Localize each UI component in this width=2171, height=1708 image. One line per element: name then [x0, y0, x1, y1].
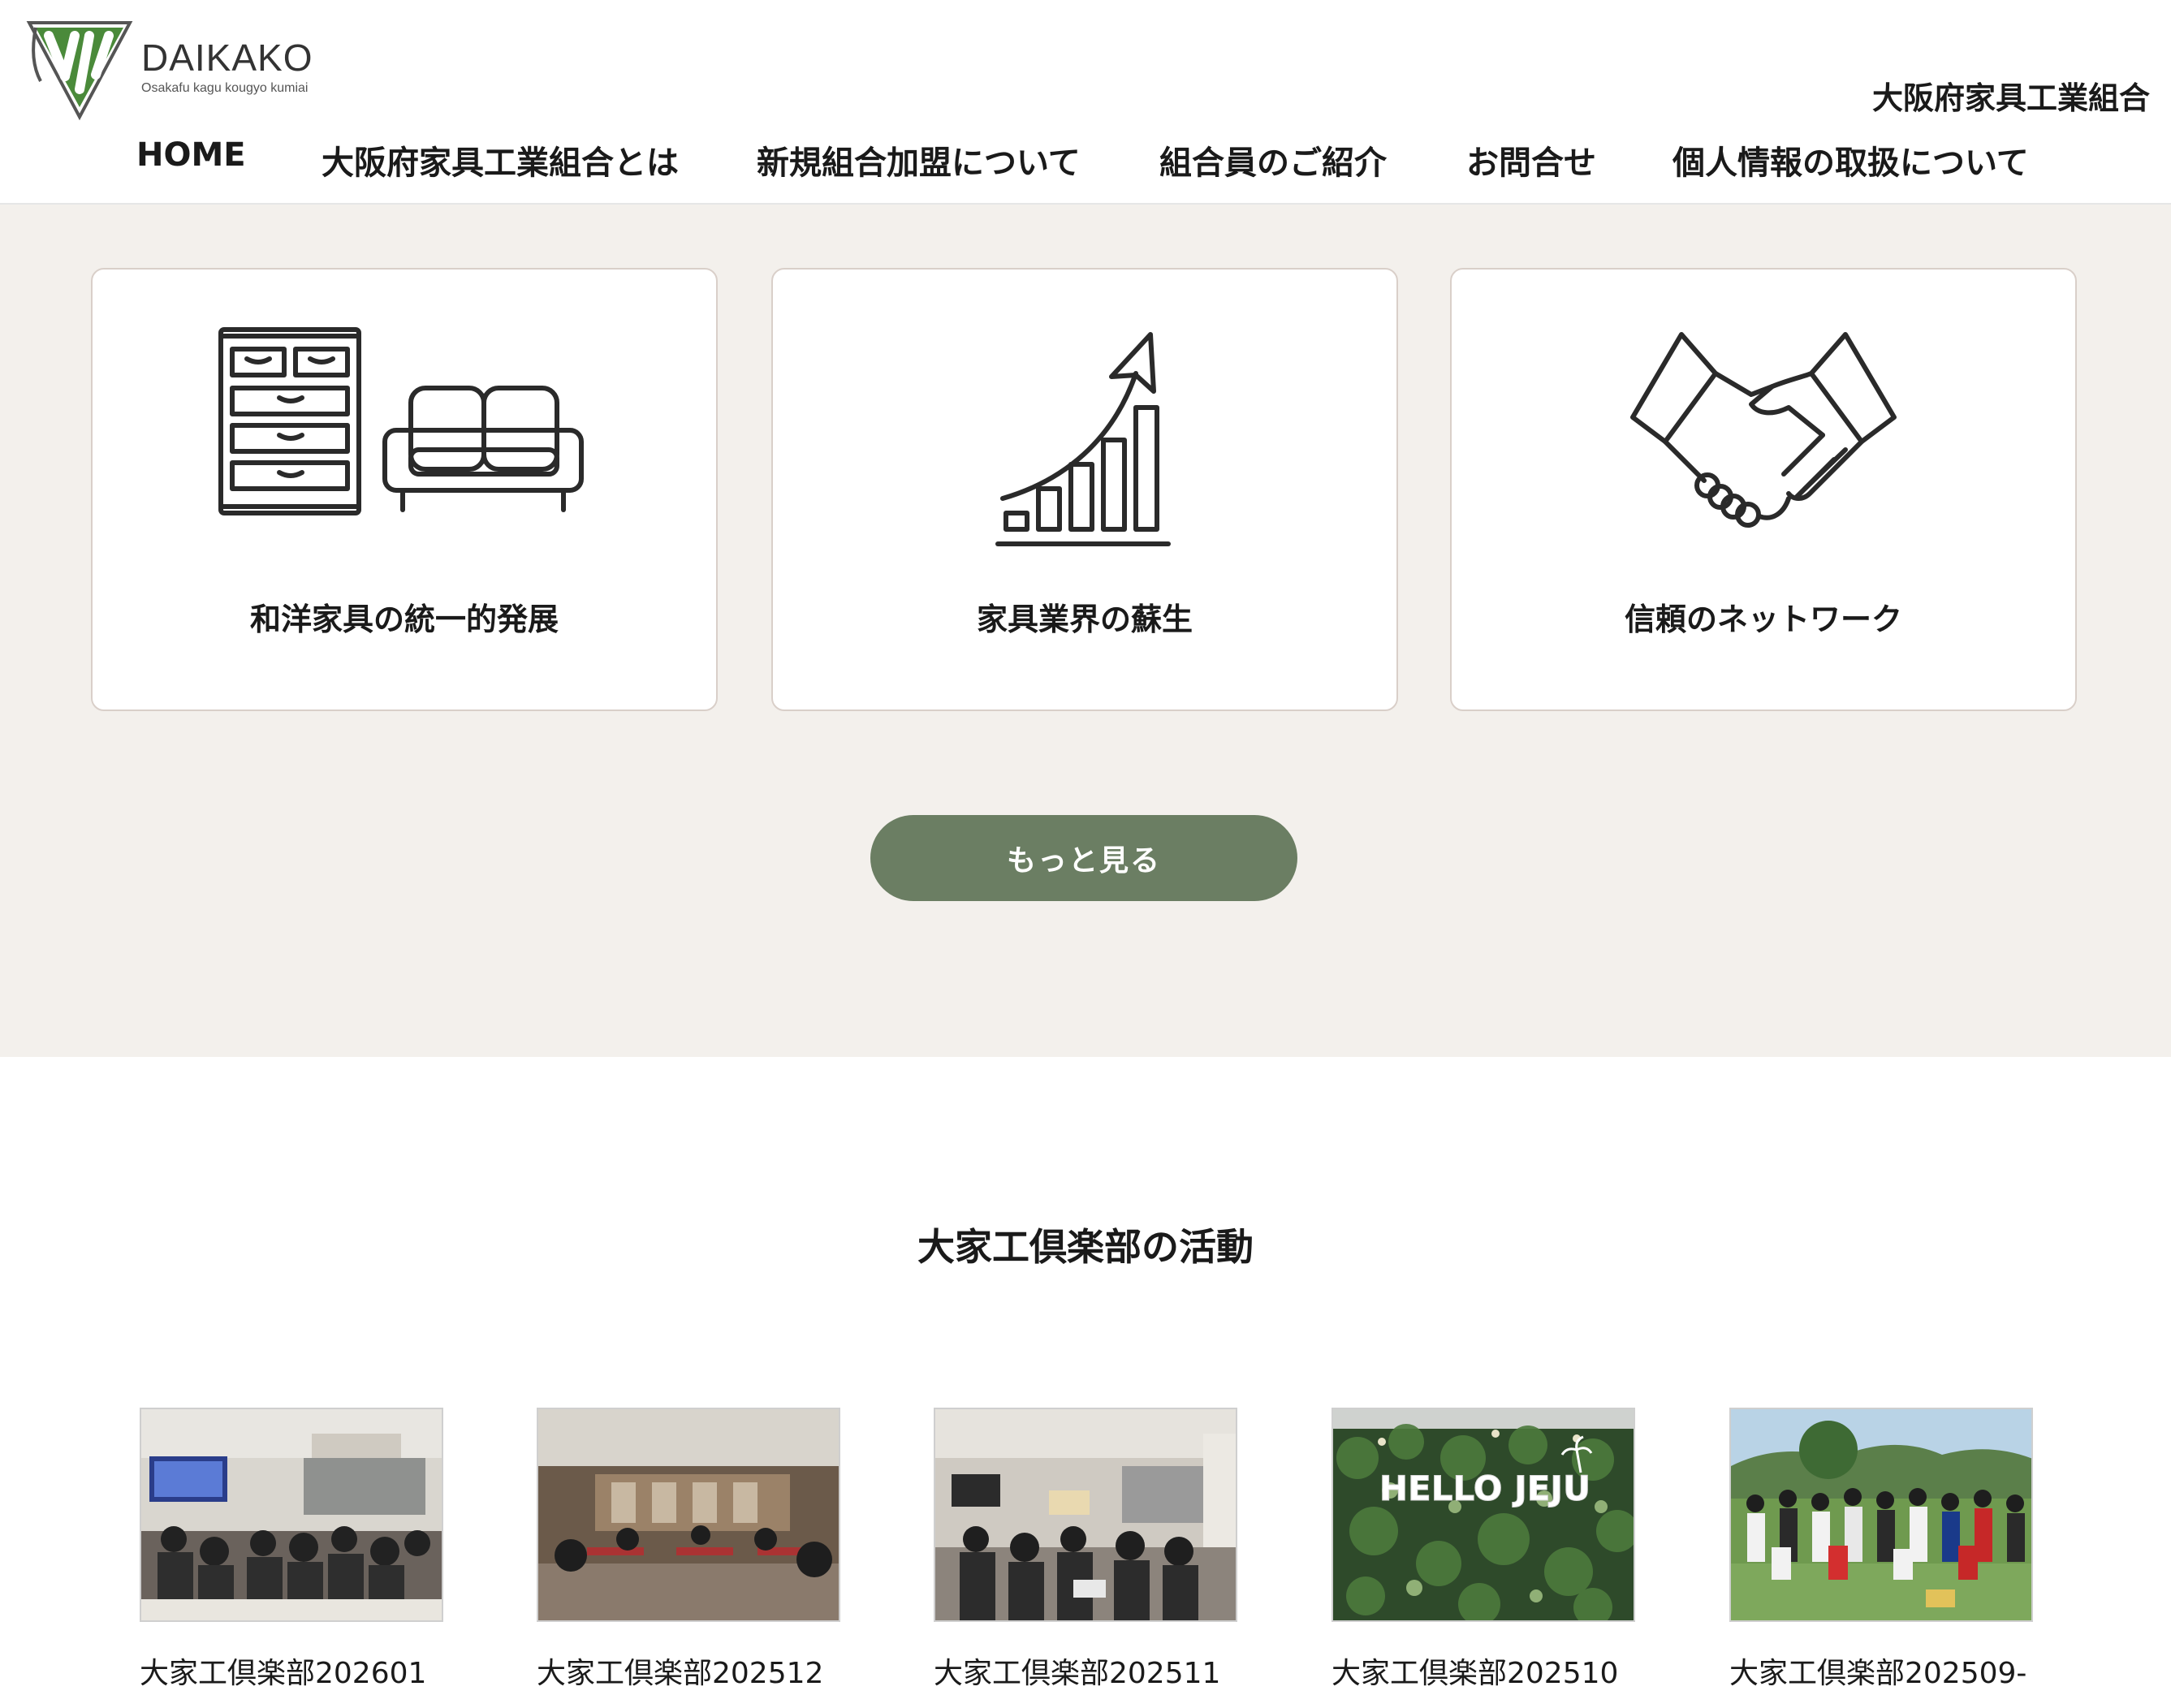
main-nav: HOME 大阪府家具工業組合とは 新規組合加盟について 組合員のご紹介 お問合せ…: [0, 136, 2171, 193]
gallery-photo-hall: [537, 1408, 840, 1622]
gallery-photo-meeting: [140, 1408, 443, 1622]
daikako-logo-icon: [26, 21, 133, 121]
furniture-icon: [218, 327, 584, 515]
logo-name: DAIKAKO: [141, 37, 313, 79]
feature-label: 家具業界の蘇生: [976, 602, 1193, 637]
gallery-label: 大家工倶楽部202511: [934, 1657, 1221, 1690]
nav-item-about[interactable]: 大阪府家具工業組合とは: [322, 136, 679, 183]
handshake-icon: [1630, 332, 1897, 528]
gallery-item-202512[interactable]: 大家工倶楽部202512: [537, 1408, 840, 1692]
feature-label: 信頼のネットワーク: [1624, 602, 1902, 637]
nav-item-privacy[interactable]: 個人情報の取扱について: [1672, 136, 2029, 183]
site-header: DAIKAKO Osakafu kagu kougyo kumiai 大阪府家具…: [0, 0, 2171, 205]
gallery-photo-seminar: [934, 1408, 1237, 1622]
logo-subtitle: Osakafu kagu kougyo kumiai: [141, 81, 309, 95]
nav-item-home[interactable]: HOME: [136, 136, 246, 174]
gallery-item-202601[interactable]: 大家工倶楽部202601: [140, 1408, 443, 1692]
gallery-item-202510[interactable]: HELLO JEJU 大家工倶楽部202510: [1332, 1408, 1635, 1692]
gallery-photo-golf: [1729, 1408, 2033, 1622]
gallery-label: 大家工倶楽部202510: [1332, 1657, 1619, 1690]
nav-item-members[interactable]: 組合員のご紹介: [1159, 136, 1387, 183]
gallery-item-202511[interactable]: 大家工倶楽部202511: [934, 1408, 1237, 1692]
photo-text: HELLO JEJU: [1379, 1469, 1590, 1508]
nav-item-membership[interactable]: 新規組合加盟について: [757, 136, 1081, 183]
gallery-label: 大家工倶楽部202512: [537, 1657, 824, 1690]
features-section: 和洋家具の統一的発展 家具業界の蘇生 信頼のネットワーク もっと見る: [0, 205, 2171, 1057]
feature-card-network[interactable]: 信頼のネットワーク: [1450, 268, 2077, 711]
gallery-item-202509[interactable]: 大家工倶楽部202509-: [1729, 1408, 2033, 1692]
gallery-label: 大家工倶楽部202509-: [1729, 1657, 2027, 1690]
more-button[interactable]: もっと見る: [870, 815, 1297, 901]
feature-label: 和洋家具の統一的発展: [249, 602, 559, 637]
logo[interactable]: DAIKAKO Osakafu kagu kougyo kumiai: [24, 11, 313, 122]
feature-card-revival[interactable]: 家具業界の蘇生: [771, 268, 1398, 711]
feature-card-furniture[interactable]: 和洋家具の統一的発展: [91, 268, 718, 711]
gallery-photo-jeju: HELLO JEJU: [1332, 1408, 1635, 1622]
growth-chart-icon: [995, 332, 1171, 546]
activity-section-title: 大家工倶楽部の活動: [917, 1225, 1254, 1269]
nav-item-contact[interactable]: お問合せ: [1466, 136, 1596, 183]
gallery-label: 大家工倶楽部202601: [140, 1657, 427, 1690]
organization-name: 大阪府家具工業組合: [1871, 80, 2150, 116]
